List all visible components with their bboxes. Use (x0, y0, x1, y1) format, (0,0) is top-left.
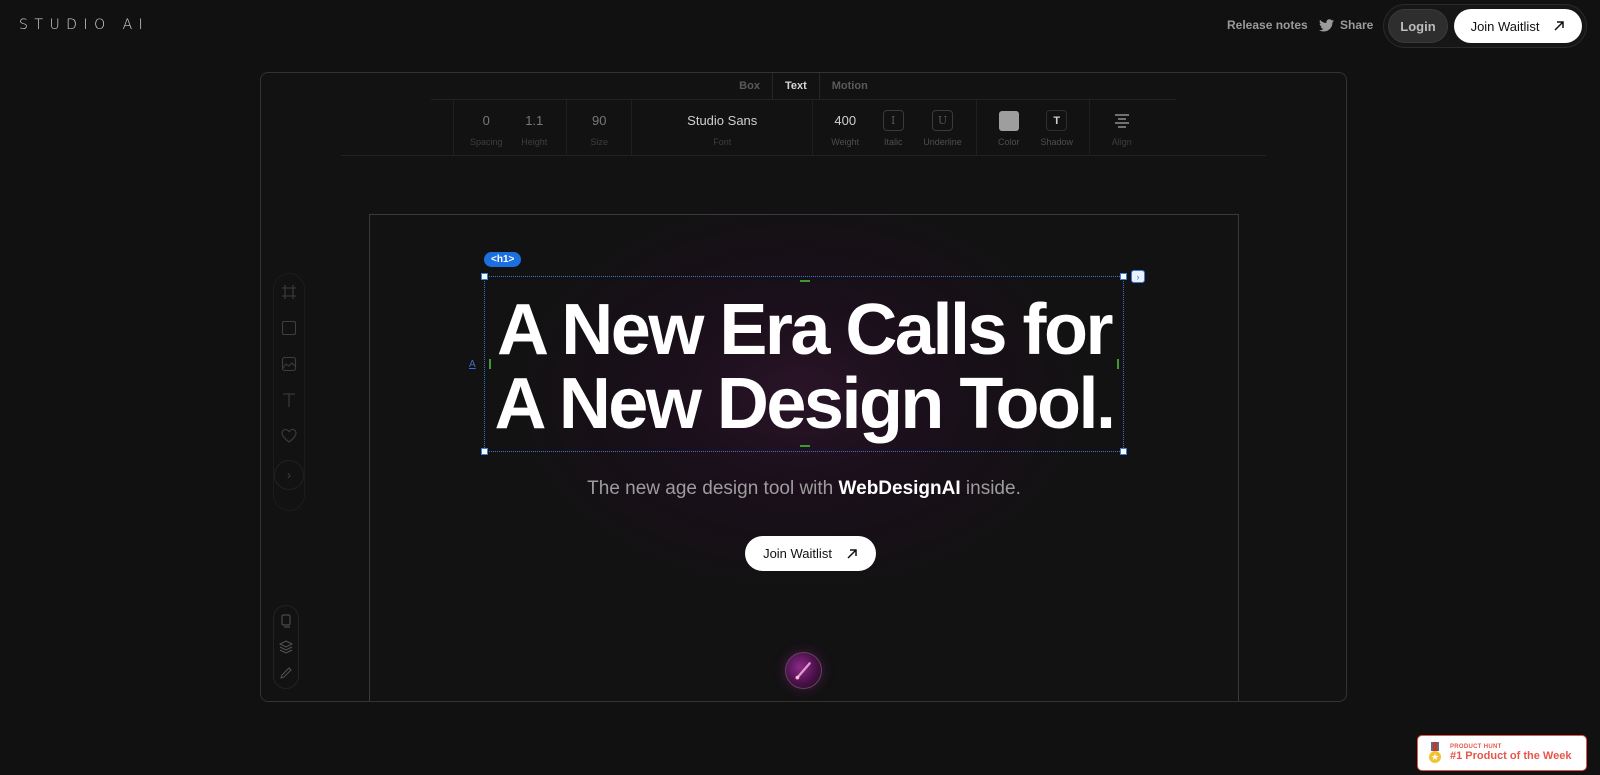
subhead-text: The new age design tool with (587, 478, 839, 499)
product-hunt-badge[interactable]: PRODUCT HUNT #1 Product of the Week (1417, 735, 1587, 771)
color-swatch (998, 110, 1019, 131)
weight-value: 400 (834, 113, 857, 128)
join-waitlist-cta-button[interactable]: Join Waitlist (745, 536, 876, 571)
subhead-text-end: inside. (960, 478, 1021, 499)
medal-icon (1429, 742, 1441, 763)
release-notes-label: Release notes (1227, 18, 1308, 32)
tool-rail: › (273, 273, 305, 511)
align-control[interactable]: Align (1098, 100, 1146, 156)
join-waitlist-header-button[interactable]: Join Waitlist (1454, 9, 1582, 43)
badge-title: #1 Product of the Week (1450, 750, 1572, 762)
underline-label: Underline (923, 136, 962, 147)
expand-tools-button[interactable]: › (274, 460, 304, 490)
headline-line-2: A New Design Tool. (494, 364, 1116, 444)
layers-icon[interactable] (279, 640, 293, 654)
spacing-label: Spacing (469, 136, 503, 147)
tab-text[interactable]: Text (771, 73, 820, 99)
resize-handle[interactable] (1120, 448, 1127, 455)
align-label: Align (1111, 136, 1132, 147)
shadow-icon: T (1046, 110, 1068, 131)
size-value: 90 (592, 113, 607, 128)
text-tool-icon[interactable] (281, 392, 297, 408)
color-control[interactable]: Color (985, 100, 1033, 156)
resize-handle[interactable] (481, 448, 488, 455)
twitter-icon (1319, 18, 1334, 31)
resize-handle[interactable] (1120, 273, 1127, 280)
release-notes-link[interactable]: Release notes (1227, 18, 1308, 32)
property-tabs: Box Text Motion (261, 73, 1346, 99)
headline-line-1: A New Era Calls for (496, 290, 1114, 370)
pages-icon[interactable] (279, 614, 293, 628)
element-tag-badge: <h1> (484, 252, 522, 267)
tab-motion[interactable]: Motion (820, 73, 880, 99)
line-height-control[interactable]: 1.1 Height (510, 100, 558, 156)
rectangle-tool-icon[interactable] (281, 320, 297, 336)
subhead-brand: WebDesignAI (838, 478, 961, 499)
italic-toggle[interactable]: I Italic (869, 100, 917, 156)
resize-handle[interactable] (481, 273, 488, 280)
arrow-up-right-icon (847, 548, 857, 559)
auth-group: Login Join Waitlist (1383, 4, 1587, 48)
design-canvas[interactable]: <h1> › A A New Era Calls for A New Desig… (369, 214, 1239, 701)
join-waitlist-label: Join Waitlist (1470, 18, 1540, 34)
font-value: Studio Sans (687, 113, 758, 128)
ai-assistant-orb[interactable] (785, 652, 822, 689)
italic-icon: I (882, 110, 904, 131)
spacing-guide (800, 280, 810, 282)
text-style-icon: A (469, 359, 476, 370)
weight-label: Weight (831, 136, 860, 147)
logo[interactable]: STUDIO AI (19, 17, 149, 33)
shadow-control[interactable]: T Shadow (1033, 100, 1081, 156)
arrow-up-right-icon (1554, 21, 1565, 31)
size-control[interactable]: 90 Size (575, 100, 623, 156)
hero-headline[interactable]: A New Era Calls for A New Design Tool. (485, 293, 1123, 441)
underline-toggle[interactable]: U Underline (917, 100, 968, 156)
image-tool-icon[interactable] (281, 356, 297, 372)
ai-wand-icon (795, 662, 811, 680)
spacing-control[interactable]: 0 Spacing (462, 100, 510, 156)
font-control[interactable]: Studio Sans Font (640, 100, 804, 156)
weight-control[interactable]: 400 Weight (821, 100, 869, 156)
size-label: Size (590, 136, 608, 147)
underline-icon: U (932, 110, 953, 131)
line-height-label: Height (521, 136, 548, 147)
font-label: Font (713, 136, 732, 147)
pencil-icon[interactable] (279, 666, 293, 680)
italic-label: Italic (883, 136, 903, 147)
spacing-value: 0 (482, 113, 490, 128)
chevron-right-icon[interactable]: › (1131, 270, 1145, 283)
heart-icon[interactable] (281, 428, 297, 444)
selection-box[interactable]: <h1> › A A New Era Calls for A New Desig… (469, 252, 1145, 455)
divider (341, 155, 1266, 156)
text-toolbar: 0 Spacing 1.1 Height 90 Size Studio Sans… (261, 100, 1346, 156)
share-link[interactable]: Share (1319, 18, 1373, 32)
color-label: Color (998, 136, 1020, 147)
tab-box[interactable]: Box (727, 73, 772, 99)
secondary-rail (273, 605, 299, 689)
login-button[interactable]: Login (1388, 9, 1448, 43)
align-center-icon (1114, 113, 1129, 128)
shadow-label: Shadow (1040, 136, 1074, 147)
line-height-value: 1.1 (525, 113, 544, 128)
editor-preview: Box Text Motion 0 Spacing 1.1 Height 90 … (260, 72, 1347, 702)
cta-label: Join Waitlist (763, 546, 832, 561)
frame-tool-icon[interactable] (281, 284, 297, 300)
share-label: Share (1340, 18, 1374, 32)
hero-subheading: The new age design tool with WebDesignAI… (370, 478, 1238, 500)
spacing-guide (800, 445, 810, 447)
